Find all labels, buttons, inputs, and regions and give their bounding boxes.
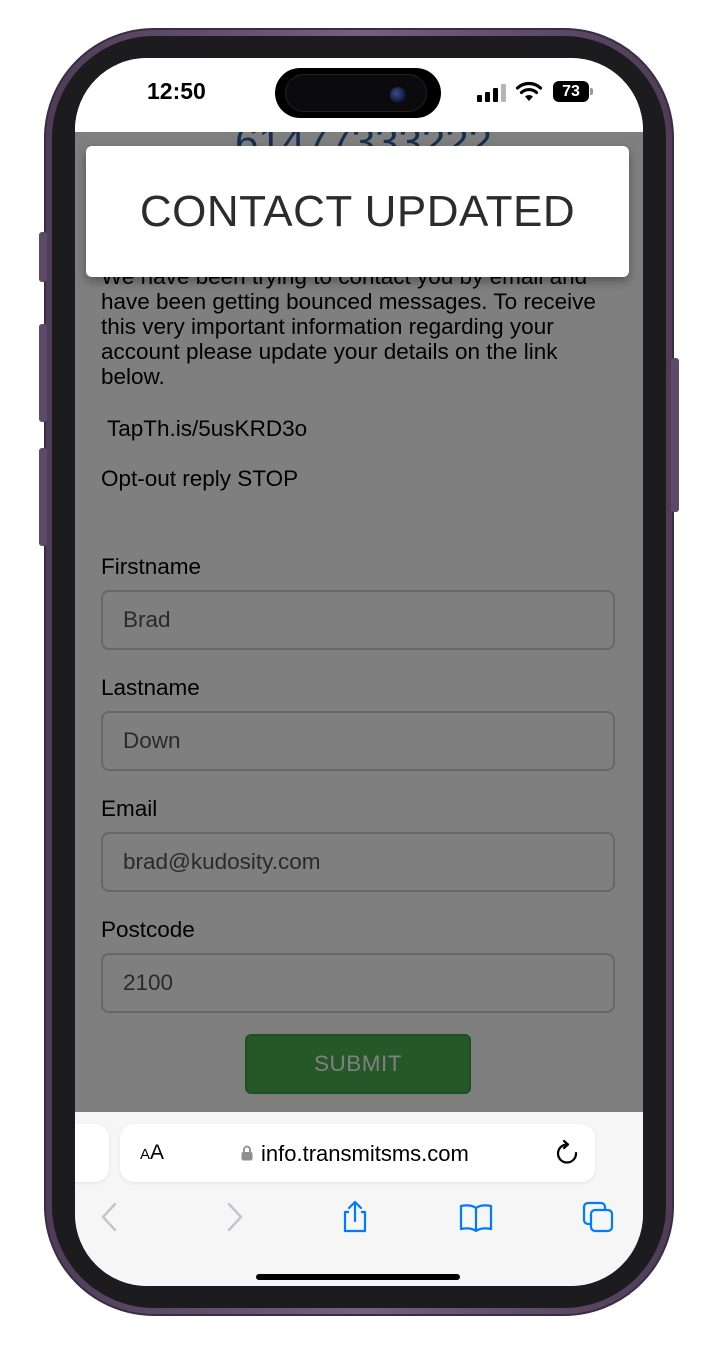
power-button [671, 358, 679, 512]
volume-down-button [39, 448, 47, 546]
action-button [39, 232, 47, 282]
toast-dialog: CONTACT UPDATED [86, 146, 629, 277]
status-time: 12:50 [147, 78, 206, 104]
status-bar: 12:50 73 [75, 58, 643, 132]
camera-icon [390, 87, 406, 103]
bookmarks-icon[interactable] [459, 1200, 493, 1234]
reload-icon[interactable] [554, 1140, 580, 1166]
previous-tab-preview[interactable] [75, 1124, 109, 1182]
wifi-icon [515, 81, 543, 101]
dynamic-island [275, 68, 441, 118]
toast-message: CONTACT UPDATED [139, 186, 576, 236]
island-inner [285, 74, 427, 112]
phone-screen: 12:50 73 61477333222 We have been trying… [75, 58, 643, 1286]
browser-toolbar: AA info.transmitsms.com [75, 1112, 643, 1286]
signal-icon [477, 84, 507, 102]
battery-icon: 73 [553, 81, 593, 102]
aa-small-glyph: A [140, 1146, 151, 1163]
share-icon[interactable] [338, 1200, 372, 1234]
page-settings-button[interactable]: AA [140, 1141, 164, 1165]
forward-icon[interactable] [217, 1200, 251, 1234]
home-indicator[interactable] [256, 1274, 460, 1280]
lock-icon [241, 1145, 253, 1161]
modal-overlay[interactable] [75, 132, 643, 1112]
volume-up-button [39, 324, 47, 422]
address-bar[interactable]: AA info.transmitsms.com [120, 1124, 595, 1182]
back-icon[interactable] [93, 1200, 127, 1234]
tabs-icon[interactable] [581, 1200, 615, 1234]
aa-large-glyph: A [150, 1141, 165, 1164]
url-text: info.transmitsms.com [261, 1141, 469, 1166]
battery-level: 73 [562, 83, 580, 100]
battery-tip [590, 88, 593, 95]
